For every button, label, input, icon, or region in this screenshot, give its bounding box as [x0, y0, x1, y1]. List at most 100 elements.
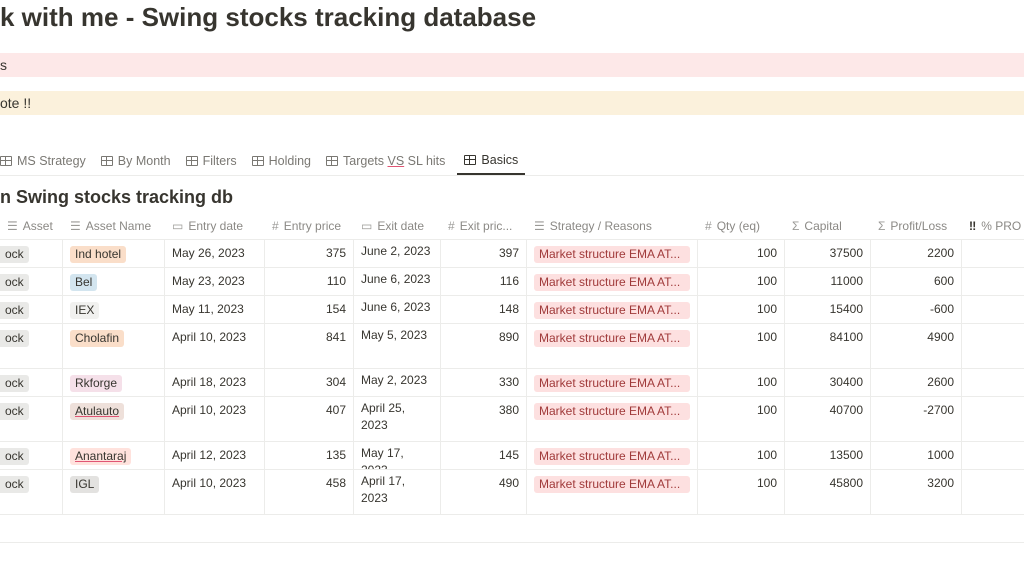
column-header[interactable]: ☰ Asset: [0, 212, 63, 239]
percent-profit-cell[interactable]: [962, 397, 1024, 441]
table-row[interactable]: ock Bel May 23, 2023 110 June 6, 2023 116 Mark…: [0, 268, 1024, 296]
asset-cell[interactable]: ock: [0, 369, 63, 396]
asset-name-cell[interactable]: Atulauto: [63, 397, 165, 441]
qty-cell[interactable]: 100: [698, 442, 785, 469]
asset-name-cell[interactable]: IGL: [63, 470, 165, 514]
asset-name-cell[interactable]: Anantaraj: [63, 442, 165, 469]
capital-cell[interactable]: 40700: [785, 397, 871, 441]
exit-date-cell[interactable]: May 5, 2023: [354, 324, 441, 368]
exit-price-cell[interactable]: 490: [441, 470, 527, 514]
capital-cell[interactable]: 13500: [785, 442, 871, 469]
asset-cell[interactable]: ock: [0, 296, 63, 323]
column-header[interactable]: # Exit pric...: [441, 212, 527, 239]
profit-loss-cell[interactable]: 4900: [871, 324, 962, 368]
column-header[interactable]: ▭ Entry date: [165, 212, 265, 239]
percent-profit-cell[interactable]: [962, 296, 1024, 323]
exit-date-cell[interactable]: April 17, 2023: [354, 470, 441, 514]
qty-cell[interactable]: 100: [698, 296, 785, 323]
table-row[interactable]: ock Anantaraj April 12, 2023135May 17, 202…: [0, 442, 1024, 470]
profit-loss-cell[interactable]: 2600: [871, 369, 962, 396]
profit-loss-cell[interactable]: 1000: [871, 442, 962, 469]
exit-date-cell[interactable]: June 2, 2023: [354, 240, 441, 267]
tab-basics[interactable]: Basics: [457, 146, 526, 175]
percent-profit-cell[interactable]: [962, 240, 1024, 267]
asset-cell[interactable]: ock: [0, 268, 63, 295]
exit-date-cell[interactable]: June 6, 2023: [354, 296, 441, 323]
table-row[interactable]: ock IGL April 10, 2023 458 April 17, 2023 490…: [0, 470, 1024, 515]
exit-price-cell[interactable]: 330: [441, 369, 527, 396]
percent-profit-cell[interactable]: [962, 268, 1024, 295]
exit-price-cell[interactable]: 116: [441, 268, 527, 295]
profit-loss-cell[interactable]: -2700: [871, 397, 962, 441]
asset-name-cell[interactable]: IEX: [63, 296, 165, 323]
tab-holding[interactable]: Holding: [251, 146, 318, 175]
percent-profit-cell[interactable]: [962, 369, 1024, 396]
column-header[interactable]: ☰ Strategy / Reasons: [527, 212, 698, 239]
asset-name-cell[interactable]: Bel: [63, 268, 165, 295]
strategy-cell[interactable]: Market structure EMA AT...: [527, 324, 698, 368]
qty-cell[interactable]: 100: [698, 324, 785, 368]
table-row[interactable]: ock IEX May 11, 2023 154 June 6, 2023 148 Mark…: [0, 296, 1024, 324]
strategy-cell[interactable]: Market structure EMA AT...: [527, 397, 698, 441]
column-header[interactable]: ‼ % PRO: [962, 212, 1024, 239]
exit-date-cell[interactable]: May 17, 2023: [354, 442, 441, 469]
capital-cell[interactable]: 15400: [785, 296, 871, 323]
table-row[interactable]: ock Cholafin April 10, 2023 841 May 5, 2023 8…: [0, 324, 1024, 369]
tab-targets-vs-sl[interactable]: Targets VS SL hits: [326, 146, 452, 175]
strategy-cell[interactable]: Market structure EMA AT...: [527, 240, 698, 267]
exit-date-cell[interactable]: April 25, 2023: [354, 397, 441, 441]
exit-price-cell[interactable]: 380: [441, 397, 527, 441]
entry-price-cell[interactable]: 110: [265, 268, 354, 295]
qty-cell[interactable]: 100: [698, 397, 785, 441]
asset-name-cell[interactable]: Cholafin: [63, 324, 165, 368]
percent-profit-cell[interactable]: [962, 470, 1024, 514]
percent-profit-cell[interactable]: [962, 442, 1024, 469]
asset-cell[interactable]: ock: [0, 240, 63, 267]
asset-cell[interactable]: ock: [0, 442, 63, 469]
percent-profit-cell[interactable]: [962, 324, 1024, 368]
capital-cell[interactable]: 37500: [785, 240, 871, 267]
column-header[interactable]: Σ Profit/Loss: [871, 212, 962, 239]
entry-date-cell[interactable]: May 11, 2023: [165, 296, 265, 323]
entry-date-cell[interactable]: May 26, 2023: [165, 240, 265, 267]
tab-ms-strategy[interactable]: MS Strategy: [0, 146, 93, 175]
column-header[interactable]: ▭ Exit date: [354, 212, 441, 239]
strategy-cell[interactable]: Market structure EMA AT...: [527, 296, 698, 323]
qty-cell[interactable]: 100: [698, 369, 785, 396]
exit-price-cell[interactable]: 148: [441, 296, 527, 323]
asset-name-cell[interactable]: Ind hotel: [63, 240, 165, 267]
asset-name-cell[interactable]: Rkforge: [63, 369, 165, 396]
entry-price-cell[interactable]: 841: [265, 324, 354, 368]
asset-cell[interactable]: ock: [0, 324, 63, 368]
exit-price-cell[interactable]: 890: [441, 324, 527, 368]
entry-price-cell[interactable]: 407: [265, 397, 354, 441]
entry-date-cell[interactable]: April 10, 2023: [165, 324, 265, 368]
strategy-cell[interactable]: Market structure EMA AT...: [527, 268, 698, 295]
exit-date-cell[interactable]: May 2, 2023: [354, 369, 441, 396]
tab-filters[interactable]: Filters: [185, 146, 244, 175]
entry-date-cell[interactable]: April 10, 2023: [165, 470, 265, 514]
table-row[interactable]: ock Ind hotel May 26, 2023 375 June 2, 2023 3…: [0, 240, 1024, 268]
column-header[interactable]: # Qty (eq): [698, 212, 785, 239]
table-row[interactable]: ock Atulauto April 10, 2023 407 April 25, 20…: [0, 397, 1024, 442]
exit-price-cell[interactable]: 397: [441, 240, 527, 267]
profit-loss-cell[interactable]: 2200: [871, 240, 962, 267]
qty-cell[interactable]: 100: [698, 240, 785, 267]
strategy-cell[interactable]: Market structure EMA AT...: [527, 470, 698, 514]
column-header[interactable]: Σ Capital: [785, 212, 871, 239]
tab-by-month[interactable]: By Month: [100, 146, 178, 175]
profit-loss-cell[interactable]: 3200: [871, 470, 962, 514]
capital-cell[interactable]: 45800: [785, 470, 871, 514]
capital-cell[interactable]: 11000: [785, 268, 871, 295]
strategy-cell[interactable]: Market structure EMA AT...: [527, 369, 698, 396]
entry-date-cell[interactable]: April 10, 2023: [165, 397, 265, 441]
exit-price-cell[interactable]: 145: [441, 442, 527, 469]
column-header[interactable]: # Entry price: [265, 212, 354, 239]
exit-date-cell[interactable]: June 6, 2023: [354, 268, 441, 295]
column-header[interactable]: ☰ Asset Name: [63, 212, 165, 239]
qty-cell[interactable]: 100: [698, 470, 785, 514]
asset-cell[interactable]: ock: [0, 397, 63, 441]
profit-loss-cell[interactable]: 600: [871, 268, 962, 295]
entry-price-cell[interactable]: 135: [265, 442, 354, 469]
entry-date-cell[interactable]: April 12, 2023: [165, 442, 265, 469]
